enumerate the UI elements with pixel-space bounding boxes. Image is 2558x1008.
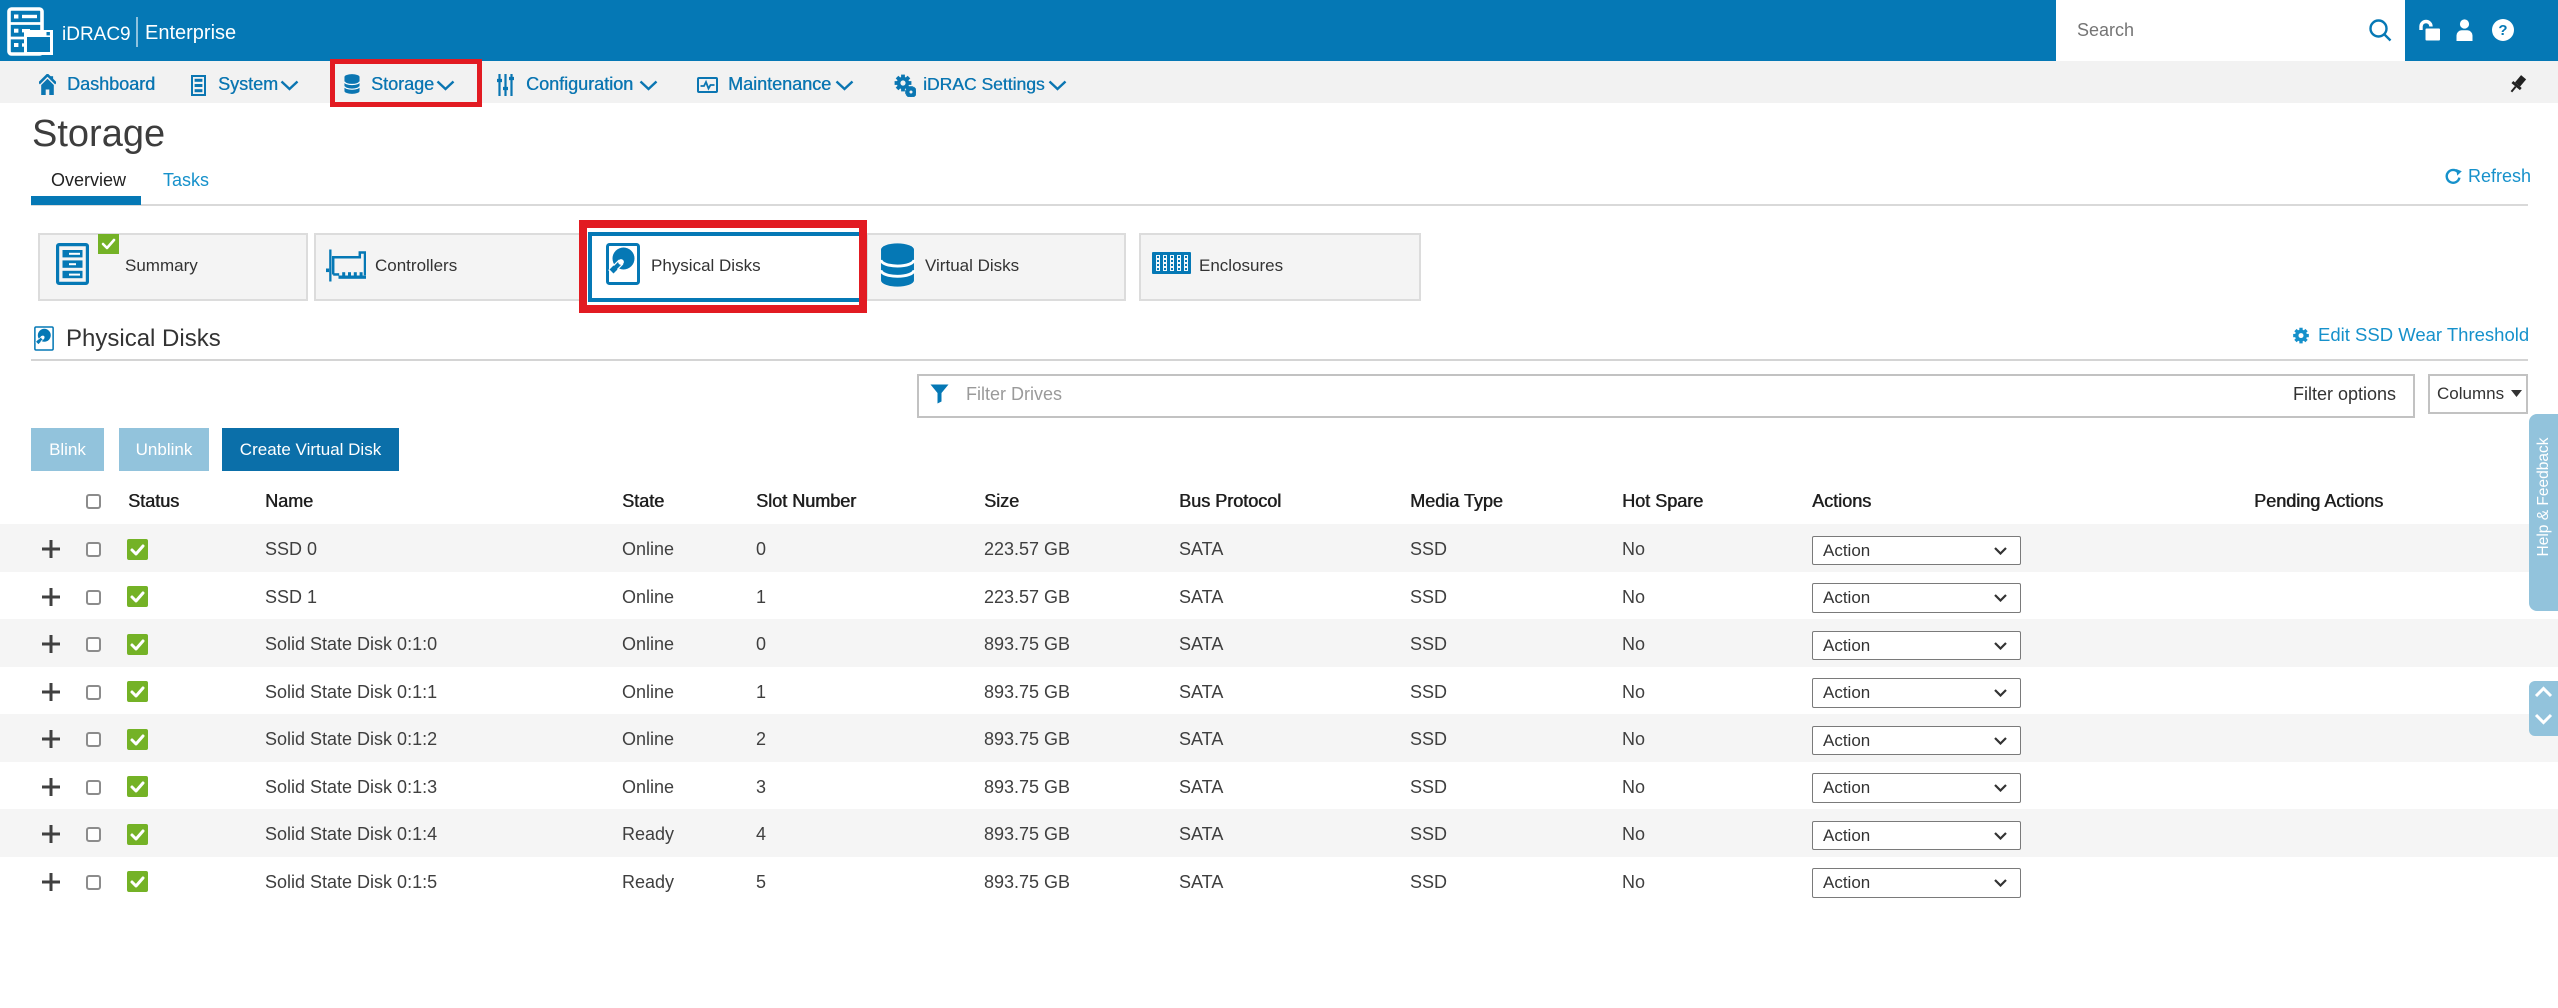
svg-text:?: ?	[2498, 22, 2507, 39]
